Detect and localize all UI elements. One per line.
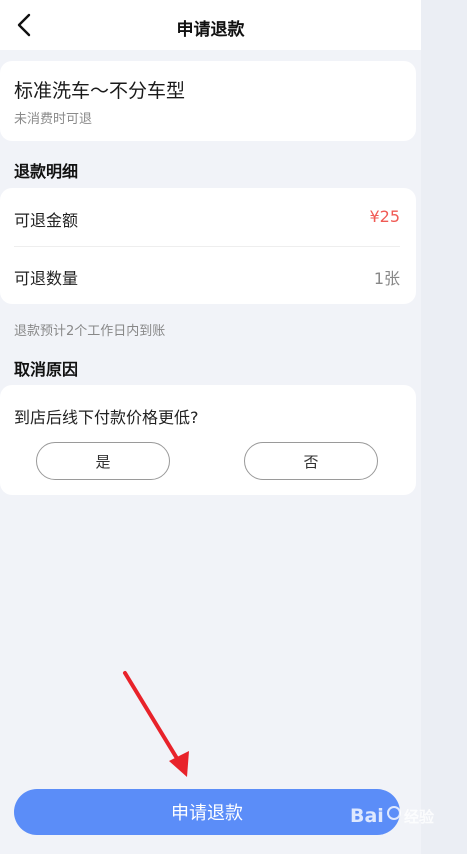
submit-refund-button[interactable]: 申请退款 <box>14 789 400 835</box>
baidu-jingyan-watermark: Bai 经验 <box>348 800 448 835</box>
no-option-button[interactable]: 否 <box>244 442 378 480</box>
refund-page: 申请退款 标准洗车～不分车型 未消费时可退 退款明细 可退金额 ¥25 可退数量… <box>0 0 421 854</box>
refund-eta-note: 退款预计2个工作日内到账 <box>14 324 166 339</box>
top-nav-bar: 申请退款 <box>0 0 421 50</box>
refundable-amount-value: ¥25 <box>369 207 400 226</box>
red-annotation-arrow-icon <box>123 671 189 777</box>
svg-text:Bai: Bai <box>350 805 384 827</box>
svg-text:经验: 经验 <box>404 808 435 826</box>
refund-detail-heading: 退款明细 <box>14 162 79 181</box>
row-divider <box>14 246 400 247</box>
yes-option-button[interactable]: 是 <box>36 442 170 480</box>
product-card: 标准洗车～不分车型 <box>0 61 416 141</box>
refundable-amount-label: 可退金额 <box>14 211 79 230</box>
cancel-reason-heading: 取消原因 <box>14 360 79 379</box>
cancel-reason-card: 到店后线下付款价格更低? 是 否 <box>0 385 416 495</box>
product-refund-policy: 未消费时可退 <box>14 112 93 127</box>
side-margin <box>421 0 467 854</box>
page-title: 申请退款 <box>176 20 245 40</box>
product-name: 标准洗车～不分车型 <box>14 80 186 102</box>
cancel-reason-question: 到店后线下付款价格更低? <box>14 408 199 427</box>
watermark-logo-icon: Bai 经验 <box>350 805 435 827</box>
refundable-quantity-label: 可退数量 <box>14 269 79 288</box>
refundable-quantity-value: 1张 <box>373 269 400 288</box>
refund-detail-card: 可退金额 ¥25 可退数量 1张 <box>0 188 416 304</box>
